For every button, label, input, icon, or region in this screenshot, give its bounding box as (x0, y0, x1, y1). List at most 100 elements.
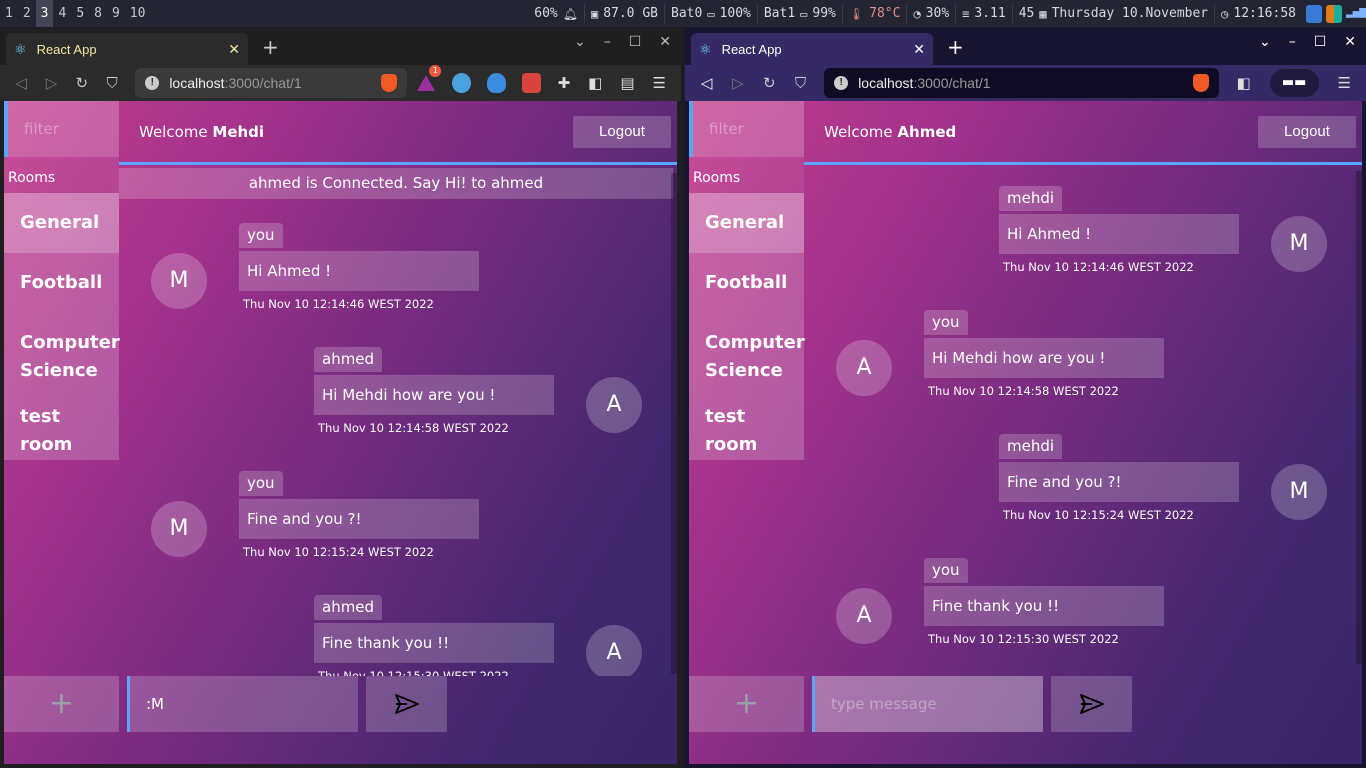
maximize-icon[interactable]: ☐ (1314, 34, 1327, 50)
add-room-button[interactable]: + (4, 676, 119, 732)
message-sender: you (924, 310, 968, 335)
load-value: 3.11 (974, 6, 1006, 21)
message-sender: you (924, 558, 968, 583)
message-composer[interactable] (812, 676, 1043, 732)
signal-icon[interactable]: ▂▄▆ (1346, 5, 1366, 23)
avatar: M (151, 501, 207, 557)
extension-react-devtools-icon[interactable] (521, 73, 541, 93)
room-item-general[interactable]: General (4, 193, 119, 253)
room-item-computer-science[interactable]: Computer Science (689, 313, 805, 401)
reload-icon[interactable]: ↻ (69, 74, 95, 92)
menu-icon[interactable]: ☰ (653, 74, 666, 92)
workspace-4[interactable]: 4 (53, 0, 71, 27)
sidebar-toggle-icon[interactable]: ◧ (588, 74, 602, 92)
forward-icon[interactable]: ▷ (724, 74, 751, 92)
rooms-sidebar: filter Rooms General Football Computer S… (4, 101, 120, 764)
message-list[interactable]: M mehdi Hi Ahmed ! Thu Nov 10 12:14:46 W… (804, 168, 1354, 676)
gauge-icon: ◔ (913, 6, 921, 21)
date-indicator: 45 ▦ Thursday 10.November (1013, 4, 1216, 23)
temperature-indicator: 🌡︎ 78°C (843, 4, 908, 23)
workspace-9[interactable]: 9 (107, 0, 125, 27)
new-tab-button[interactable]: + (262, 35, 279, 59)
chart-icon: ≡ (962, 6, 970, 21)
workspace-10[interactable]: 10 (125, 0, 151, 27)
message-sender: ahmed (314, 347, 383, 372)
reload-icon[interactable]: ↻ (756, 74, 783, 92)
sidebar-toggle-icon[interactable]: ◧ (1237, 74, 1251, 92)
time-value: 12:16:58 (1233, 6, 1296, 21)
tab-list-icon[interactable]: ⌄ (574, 34, 586, 50)
browser-window-right: ⚛ React App ✕ + ⌄ – ☐ ✕ ◁ ▷ ↻ ⛉ ! localh… (685, 28, 1366, 768)
minimize-icon[interactable]: – (1289, 34, 1296, 50)
bluetooth-icon[interactable] (1306, 4, 1322, 23)
minimize-icon[interactable]: – (604, 34, 611, 50)
room-filter-input[interactable]: filter (689, 101, 804, 157)
message-sender: mehdi (999, 186, 1063, 211)
extension-v-icon[interactable] (452, 73, 471, 93)
message-list-scrollbar[interactable] (671, 173, 677, 674)
close-tab-icon[interactable]: ✕ (228, 41, 240, 58)
room-item-test-room[interactable]: test room (689, 401, 804, 461)
close-window-icon[interactable]: ✕ (659, 34, 671, 50)
room-item-general[interactable]: General (689, 193, 804, 253)
maximize-icon[interactable]: ☐ (629, 34, 642, 50)
message-input[interactable] (146, 695, 358, 713)
private-window-icon[interactable]: ▬▬ (1269, 69, 1319, 97)
message-text: Fine and you ?! (999, 462, 1239, 502)
brave-rewards-icon[interactable]: 1 (417, 65, 442, 93)
rooms-list: General Football Computer Science test r… (4, 193, 120, 461)
send-button[interactable] (1051, 676, 1132, 732)
cpu-indicator: ◔ 30% (907, 4, 957, 23)
message-timestamp: Thu Nov 10 12:14:58 WEST 2022 (928, 384, 1119, 398)
workspace-1[interactable]: 1 (0, 0, 18, 27)
bookmark-icon[interactable]: ⛉ (99, 74, 125, 92)
logout-button[interactable]: Logout (1258, 116, 1356, 148)
message-list[interactable]: M you Hi Ahmed ! Thu Nov 10 12:14:46 WES… (119, 199, 669, 676)
browser-tab[interactable]: ⚛ React App ✕ (6, 33, 248, 65)
extensions-puzzle-icon[interactable]: ✚ (558, 74, 571, 92)
send-icon (394, 694, 419, 714)
add-room-button[interactable]: + (689, 676, 804, 732)
chat-header: Welcome Ahmed Logout (804, 101, 1362, 165)
brave-shields-icon[interactable] (381, 74, 398, 92)
message-input[interactable] (831, 695, 1043, 713)
back-icon[interactable]: ◁ (8, 74, 34, 92)
menu-icon[interactable]: ☰ (1338, 74, 1351, 92)
logout-button[interactable]: Logout (573, 116, 671, 148)
close-window-icon[interactable]: ✕ (1344, 34, 1356, 50)
site-info-icon[interactable]: ! (834, 76, 849, 90)
battery-icon: ▭ (800, 6, 808, 21)
workspace-2[interactable]: 2 (18, 0, 36, 27)
workspace-3[interactable]: 3 (35, 0, 54, 27)
wallet-icon[interactable]: ▤ (620, 74, 634, 92)
workspace-5[interactable]: 5 (71, 0, 89, 27)
avatar: A (836, 340, 892, 396)
browser-tab[interactable]: ⚛ React App ✕ (691, 33, 933, 65)
username: Mehdi (212, 123, 265, 141)
address-bar[interactable]: ! localhost:3000/chat/1 (135, 68, 408, 98)
room-item-computer-science[interactable]: Computer Science (4, 313, 120, 401)
bookmark-icon[interactable]: ⛉ (787, 74, 814, 92)
extension-head-icon[interactable] (486, 73, 506, 93)
room-item-test-room[interactable]: test room (4, 401, 119, 461)
site-info-icon[interactable]: ! (145, 76, 160, 90)
room-item-football[interactable]: Football (689, 253, 804, 313)
message-timestamp: Thu Nov 10 12:15:30 WEST 2022 (318, 669, 509, 676)
forward-icon[interactable]: ▷ (38, 74, 64, 92)
close-tab-icon[interactable]: ✕ (913, 41, 925, 58)
message-sender: you (239, 471, 283, 496)
tab-list-icon[interactable]: ⌄ (1259, 34, 1271, 50)
brave-shields-icon[interactable] (1192, 74, 1209, 92)
volume-value: 60% (534, 6, 558, 21)
send-button[interactable] (366, 676, 447, 732)
battery1-label: Bat1 (763, 6, 796, 21)
room-item-football[interactable]: Football (4, 253, 119, 313)
message-list-scrollbar[interactable] (1356, 171, 1362, 664)
message-composer[interactable] (127, 676, 358, 732)
back-icon[interactable]: ◁ (693, 74, 720, 92)
tray-app-icon[interactable] (1326, 4, 1342, 23)
room-filter-input[interactable]: filter (4, 101, 119, 157)
address-bar[interactable]: ! localhost:3000/chat/1 (824, 68, 1219, 98)
workspace-8[interactable]: 8 (89, 0, 107, 27)
new-tab-button[interactable]: + (947, 35, 964, 59)
